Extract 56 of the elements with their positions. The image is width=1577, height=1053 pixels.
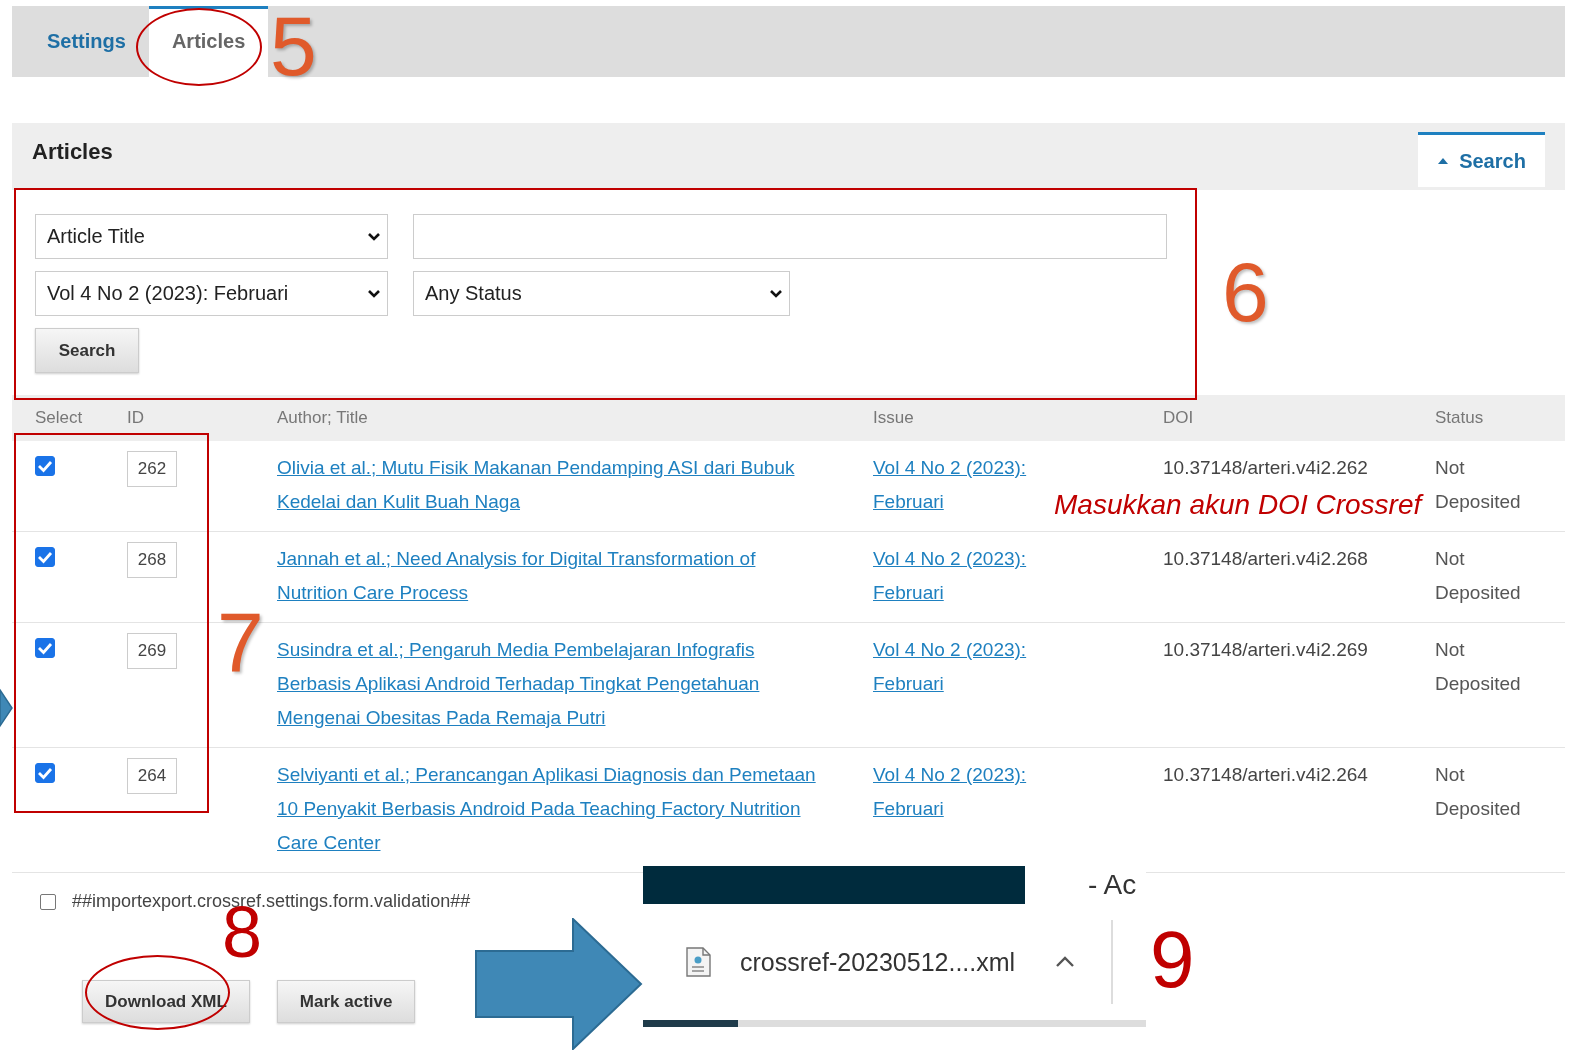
header-text: - Ac <box>1088 869 1137 901</box>
chevron-down-icon <box>769 288 783 299</box>
id-field[interactable]: 268 <box>127 542 177 578</box>
action-button[interactable]: Download XML <box>82 980 250 1023</box>
column-header: Select <box>35 408 84 428</box>
dropdown[interactable]: Vol 4 No 2 (2023): Februari <box>35 271 388 316</box>
article-title-link[interactable]: Olivia et al.; Mutu Fisik Makanan Pendamping ASI dari Bubuk Kedelai dan Kulit Buah Naga <box>277 451 822 519</box>
dropdown[interactable]: Any Status <box>413 271 790 316</box>
step-number: 9 <box>1150 920 1195 1000</box>
column-header: Issue <box>873 408 915 428</box>
chevron-down-icon <box>367 231 381 242</box>
tab[interactable]: Articles <box>148 6 269 77</box>
dropdown[interactable]: Article Title <box>35 214 388 259</box>
search-button[interactable]: Search <box>35 328 139 373</box>
action-button[interactable]: Mark active <box>276 980 416 1023</box>
file-icon <box>684 947 712 977</box>
doi-cell-text: 10.37148/arteri.v4i2.264 <box>1163 763 1368 787</box>
chevron-up-icon <box>1055 956 1076 968</box>
checkbox[interactable] <box>35 763 55 783</box>
column-header: DOI <box>1163 408 1195 428</box>
issue-link[interactable]: Vol 4 No 2 (2023): Februari <box>873 758 1048 826</box>
article-title-link[interactable]: Selviyanti et al.; Perancangan Aplikasi Diagnosis dan Pemetaan 10 Penyakit Berbasis Android Pada Teaching Factory Nutrition Care Center <box>277 758 822 860</box>
id-field[interactable]: 269 <box>127 633 177 669</box>
column-header: Author; Title <box>277 408 369 428</box>
article-title-link[interactable]: Jannah et al.; Need Analysis for Digital Transformation of Nutrition Care Process <box>277 542 822 610</box>
checkbox[interactable] <box>35 456 55 476</box>
article-title-link[interactable]: Susindra et al.; Pengaruh Media Pembelajaran Infografis Berbasis Aplikasi Android Terhadap Tingkat Pengetahuan Mengenai Obesitas Pada Remaja Putri <box>277 633 822 735</box>
doi-cell-text: 10.37148/arteri.v4i2.262 <box>1163 456 1368 480</box>
doi-cell-text: 10.37148/arteri.v4i2.269 <box>1163 638 1368 662</box>
checkbox[interactable] <box>35 547 55 567</box>
column-header: ID <box>127 408 145 428</box>
step-number: 5 <box>270 4 317 88</box>
step-number: 7 <box>217 600 264 684</box>
checkbox[interactable] <box>40 893 56 910</box>
status-cell-text: Not Deposited <box>1435 763 1522 821</box>
id-field[interactable]: 262 <box>127 451 177 487</box>
search-input-field[interactable] <box>413 214 1167 259</box>
search-toggle-tab[interactable]: Search <box>1418 132 1545 187</box>
status-cell-text: Not Deposited <box>1435 638 1522 696</box>
issue-link[interactable]: Vol 4 No 2 (2023): Februari <box>873 542 1048 610</box>
id-field[interactable]: 264 <box>127 758 177 794</box>
status-cell-text: Not Deposited <box>1435 456 1522 514</box>
tab[interactable]: Settings <box>24 6 149 77</box>
arrow-right <box>0 688 14 728</box>
file-name[interactable]: crossref-20230512....xml <box>740 947 1016 977</box>
issue-link[interactable]: Vol 4 No 2 (2023): Februari <box>873 633 1048 701</box>
column-header: Status <box>1435 408 1485 428</box>
step-number: 6 <box>1222 250 1269 334</box>
doi-cell-text: 10.37148/arteri.v4i2.268 <box>1163 547 1368 571</box>
status-cell-text: Not Deposited <box>1435 547 1522 605</box>
issue-link[interactable]: Vol 4 No 2 (2023): Februari <box>873 451 1048 519</box>
triangle-icon <box>1437 157 1450 165</box>
annotation-note: Masukkan akun DOI Crossref <box>1054 489 1422 521</box>
chevron-down-icon <box>367 288 381 299</box>
checkbox[interactable] <box>35 638 55 658</box>
panel-title: Articles <box>32 139 113 165</box>
